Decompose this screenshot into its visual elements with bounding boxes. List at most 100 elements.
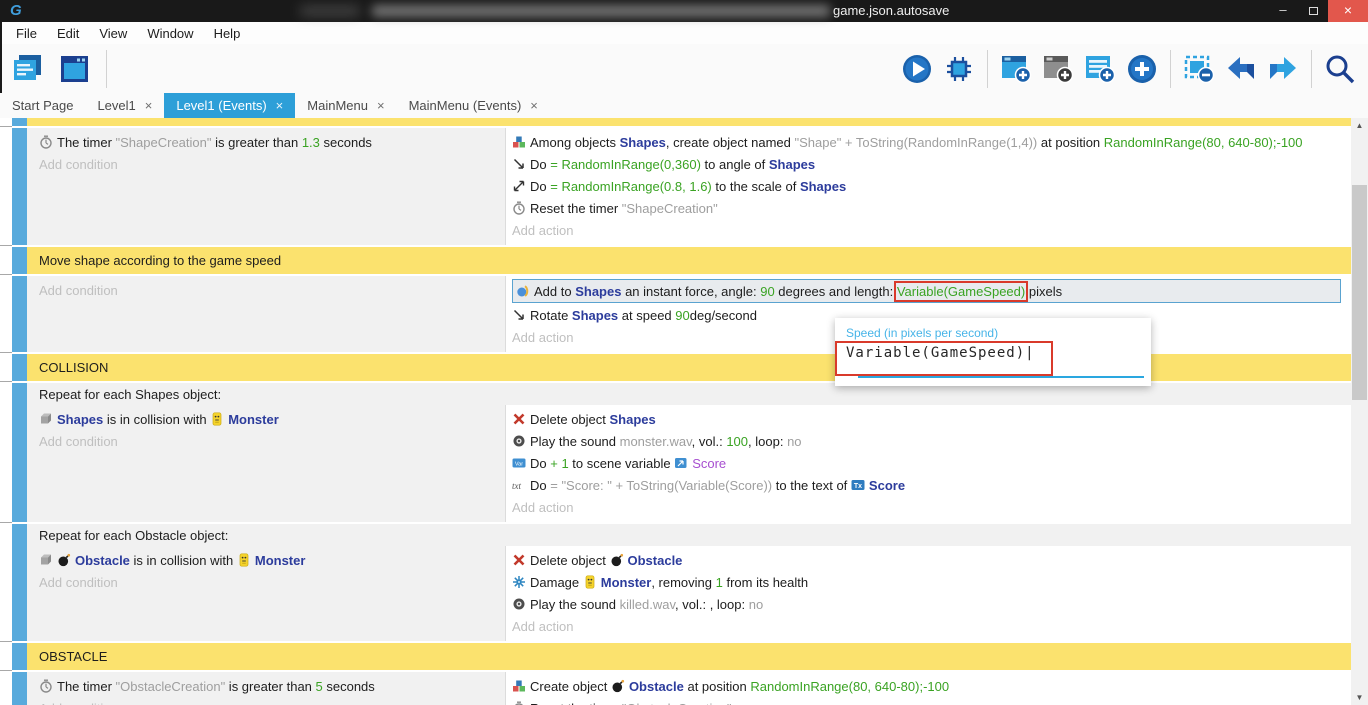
actions-column[interactable]: Delete object ShapesPlay the sound monst… (506, 405, 1351, 522)
event-handle[interactable] (12, 383, 27, 522)
comment-text[interactable] (27, 118, 1351, 126)
add-condition-button[interactable]: Add condition (39, 697, 499, 705)
scroll-up-icon[interactable]: ▲ (1351, 118, 1368, 133)
condition[interactable]: Obstacle is in collision with Monster (39, 549, 499, 571)
tab-close-icon[interactable]: × (145, 98, 153, 113)
event-handle[interactable] (12, 247, 27, 274)
text-segment: + 1 (550, 456, 568, 471)
comment-text[interactable]: OBSTACLE (27, 643, 1351, 670)
tab-level1-events[interactable]: Level1 (Events) × (164, 93, 295, 118)
action[interactable]: Play the sound killed.wav, vol.: , loop:… (512, 593, 1343, 615)
actions-column[interactable]: Create object Obstacle at position Rando… (506, 672, 1351, 705)
text-segment: killed.wav (620, 597, 675, 612)
event-content (27, 118, 1351, 126)
restore-icon (1309, 7, 1318, 15)
conditions-column[interactable]: The timer "ShapeCreation" is greater tha… (27, 128, 506, 245)
comment-text[interactable]: COLLISION (27, 354, 1351, 381)
text-segment: 100 (726, 434, 748, 449)
minimize-button[interactable]: – (1268, 0, 1298, 22)
vertical-scrollbar[interactable]: ▲ ▼ (1351, 118, 1368, 705)
menu-edit[interactable]: Edit (47, 26, 89, 41)
event-handle[interactable] (12, 118, 27, 126)
tab-level1[interactable]: Level1 × (85, 93, 164, 118)
redo-icon[interactable] (1265, 51, 1301, 87)
timer-icon (39, 679, 53, 693)
remove-event-icon[interactable] (1181, 51, 1217, 87)
event-handle[interactable] (12, 354, 27, 381)
add-condition-button[interactable]: Add condition (39, 153, 499, 175)
event-handle[interactable] (12, 524, 27, 641)
toolbar-separator (1170, 50, 1171, 88)
action[interactable]: Delete object Obstacle (512, 549, 1343, 571)
conditions-column[interactable]: Shapes is in collision with MonsterAdd c… (27, 405, 506, 522)
scrollbar-thumb[interactable] (1352, 185, 1367, 400)
tab-mainmenu[interactable]: MainMenu × (295, 93, 396, 118)
action[interactable]: VarDo + 1 to scene variable Score (512, 452, 1343, 474)
for-each-header[interactable]: Repeat for each Obstacle object: (27, 524, 1351, 546)
event-columns: The timer "ObstacleCreation" is greater … (27, 672, 1351, 705)
add-condition-button[interactable]: Add condition (39, 571, 499, 593)
event-block: Repeat for each Obstacle object:Obstacle… (27, 524, 1351, 641)
add-comment-icon[interactable] (1082, 51, 1118, 87)
play-icon[interactable] (899, 51, 935, 87)
action[interactable]: Play the sound monster.wav, vol.: 100, l… (512, 430, 1343, 452)
add-subevent-icon[interactable] (1040, 51, 1076, 87)
restore-button[interactable] (1298, 0, 1328, 22)
menu-view[interactable]: View (89, 26, 137, 41)
event-content: COLLISION (27, 354, 1351, 381)
tab-mainmenu-events[interactable]: MainMenu (Events) × (397, 93, 550, 118)
tab-close-icon[interactable]: × (530, 98, 538, 113)
tab-close-icon[interactable]: × (276, 98, 284, 113)
undo-icon[interactable] (1223, 51, 1259, 87)
for-each-header[interactable]: Repeat for each Shapes object: (27, 383, 1351, 405)
actions-column[interactable]: Delete object ObstacleDamage Monster, re… (506, 546, 1351, 641)
project-manager-icon[interactable] (10, 51, 46, 87)
debug-icon[interactable] (941, 51, 977, 87)
action[interactable]: Damage Monster, removing 1 from its heal… (512, 571, 1343, 593)
action[interactable]: Delete object Shapes (512, 408, 1343, 430)
conditions-column[interactable]: Add condition (27, 276, 506, 352)
conditions-column[interactable]: The timer "ObstacleCreation" is greater … (27, 672, 506, 705)
menu-file[interactable]: File (6, 26, 47, 41)
add-action-button[interactable]: Add action (512, 496, 1343, 518)
condition[interactable]: The timer "ObstacleCreation" is greater … (39, 675, 499, 697)
add-action-button[interactable]: Add action (512, 219, 1343, 241)
action[interactable]: Add to Shapes an instant force, angle: 9… (512, 279, 1341, 303)
scene-editor-icon[interactable] (56, 51, 92, 87)
tab-start-page[interactable]: Start Page (0, 93, 85, 118)
condition[interactable]: The timer "ShapeCreation" is greater tha… (39, 131, 499, 153)
action[interactable]: Reset the timer "ShapeCreation" (512, 197, 1343, 219)
add-event-icon[interactable] (998, 51, 1034, 87)
menu-help[interactable]: Help (204, 26, 251, 41)
scroll-down-icon[interactable]: ▼ (1351, 690, 1368, 705)
create-object-icon (512, 135, 526, 149)
action[interactable]: Do = RandomInRange(0,360) to angle of Sh… (512, 153, 1343, 175)
close-button[interactable]: × (1328, 0, 1368, 22)
event-handle[interactable] (12, 672, 27, 705)
menu-window[interactable]: Window (137, 26, 203, 41)
action[interactable]: txtDo = "Score: " + ToString(Variable(Sc… (512, 474, 1343, 496)
action[interactable]: Do = RandomInRange(0.8, 1.6) to the scal… (512, 175, 1343, 197)
add-action-button[interactable]: Add action (512, 615, 1343, 637)
add-condition-button[interactable]: Add condition (39, 279, 499, 301)
event-row: Repeat for each Shapes object:Shapes is … (0, 383, 1351, 522)
add-circle-icon[interactable] (1124, 51, 1160, 87)
comment-text[interactable]: Move shape according to the game speed (27, 247, 1351, 274)
tab-close-icon[interactable]: × (377, 98, 385, 113)
text-segment: Add to (534, 284, 575, 299)
event-handle[interactable] (12, 276, 27, 352)
action[interactable]: Among objects Shapes, create object name… (512, 131, 1343, 153)
condition[interactable]: Shapes is in collision with Monster (39, 408, 499, 430)
add-condition-button[interactable]: Add condition (39, 430, 499, 452)
bomb-icon (611, 679, 625, 693)
event-handle[interactable] (12, 128, 27, 245)
conditions-column[interactable]: Obstacle is in collision with MonsterAdd… (27, 546, 506, 641)
variable-icon: Var (512, 456, 526, 470)
event-handle[interactable] (12, 643, 27, 670)
tab-label: Level1 (Events) (176, 98, 266, 113)
toolbar-separator (106, 50, 107, 88)
actions-column[interactable]: Among objects Shapes, create object name… (506, 128, 1351, 245)
action[interactable]: Reset the timer "ObstacleCreation" (512, 697, 1343, 705)
search-icon[interactable] (1322, 51, 1358, 87)
action[interactable]: Create object Obstacle at position Rando… (512, 675, 1343, 697)
